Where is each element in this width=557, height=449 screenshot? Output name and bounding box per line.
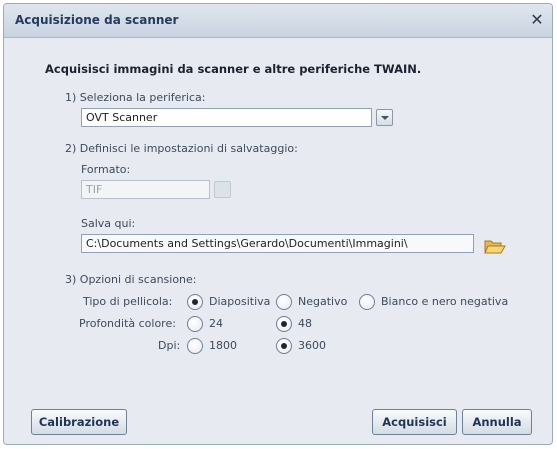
format-label: Formato: (81, 163, 131, 176)
film-type-label: Tipo di pellicola: (83, 295, 173, 308)
save-section-label: 2) Definisci le impostazioni di salvatag… (65, 142, 298, 155)
close-button[interactable]: ✕ (527, 10, 547, 30)
color-depth-radio-48[interactable] (276, 316, 292, 332)
format-select-value: TIF (86, 183, 103, 196)
film-type-radio-diapositiva[interactable] (187, 294, 203, 310)
dpi-radio-3600[interactable] (276, 338, 292, 354)
scanner-dialog: Acquisizione da scanner ✕ Acquisisci imm… (3, 3, 553, 445)
save-path-value: C:\Documents and Settings\Gerardo\Docume… (86, 237, 408, 250)
color-depth-label: Profondità colore: (79, 317, 176, 330)
format-select[interactable]: TIF (81, 180, 210, 199)
folder-open-icon[interactable] (484, 238, 506, 254)
dpi-label: Dpi: (158, 339, 181, 352)
title-bar[interactable]: Acquisizione da scanner ✕ (4, 4, 552, 38)
save-path-field[interactable]: C:\Documents and Settings\Gerardo\Docume… (81, 234, 474, 253)
film-type-option-label: Bianco e nero negativa (381, 295, 509, 308)
film-type-radio-negativo[interactable] (276, 294, 292, 310)
save-path-label: Salva qui: (81, 217, 136, 230)
color-depth-option-label: 48 (298, 317, 312, 330)
device-select[interactable]: OVT Scanner (81, 108, 372, 127)
dpi-option-label: 3600 (298, 339, 326, 352)
dpi-option-label: 1800 (209, 339, 237, 352)
dialog-heading: Acquisisci immagini da scanner e altre p… (45, 62, 422, 76)
dpi-radio-1800[interactable] (187, 338, 203, 354)
device-dropdown-button[interactable] (376, 109, 393, 126)
chevron-down-icon (381, 116, 389, 120)
window-title: Acquisizione da scanner (15, 13, 179, 27)
color-depth-option-label: 24 (209, 317, 223, 330)
calibrate-button[interactable]: Calibrazione (31, 409, 127, 435)
cancel-button[interactable]: Annulla (462, 409, 532, 435)
close-icon: ✕ (530, 10, 544, 29)
scan-section-label: 3) Opzioni di scansione: (65, 273, 197, 286)
film-type-radio-bianco-nero[interactable] (359, 294, 375, 310)
device-select-value: OVT Scanner (86, 111, 158, 124)
film-type-option-label: Diapositiva (209, 295, 271, 308)
film-type-option-label: Negativo (298, 295, 348, 308)
device-section-label: 1) Seleziona la periferica: (65, 91, 206, 104)
acquire-button[interactable]: Acquisisci (372, 409, 457, 435)
color-depth-radio-24[interactable] (187, 316, 203, 332)
format-dropdown-button[interactable] (214, 181, 231, 198)
